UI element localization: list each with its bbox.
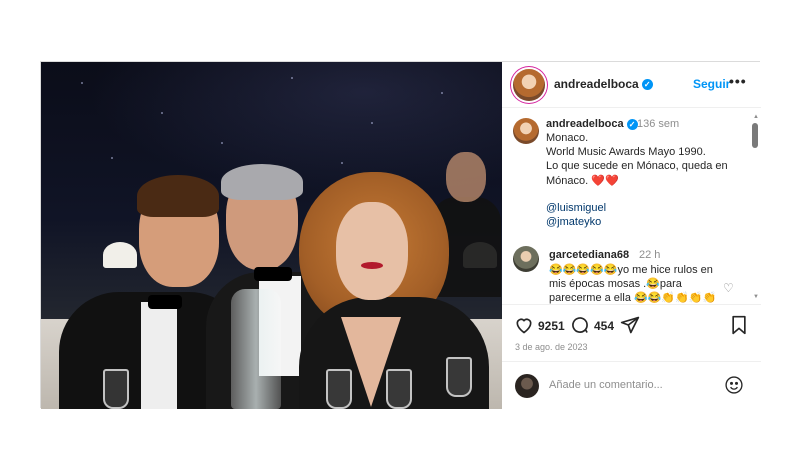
woman-face xyxy=(336,202,408,300)
author-avatar[interactable] xyxy=(513,69,545,101)
post-photo[interactable] xyxy=(41,62,502,409)
photo-light xyxy=(81,82,83,84)
comment-bubble-icon[interactable] xyxy=(570,315,590,340)
man-middle-hair xyxy=(221,164,303,200)
post-side-panel: andreadelboca ✓ Seguir ••• andreadelboca ✓… xyxy=(502,62,761,409)
verified-badge-icon: ✓ xyxy=(641,79,653,91)
caption-line: Lo que sucede en Mónaco, queda en xyxy=(546,160,728,172)
commenter-avatar[interactable] xyxy=(513,246,539,272)
wine-glass xyxy=(103,369,129,409)
wine-glass xyxy=(326,369,352,409)
photo-light xyxy=(341,162,343,164)
man-middle-bowtie xyxy=(254,267,292,281)
caption-line: World Music Awards Mayo 1990. xyxy=(546,146,706,158)
caption-line: Monaco. xyxy=(546,132,589,144)
background-person-head xyxy=(446,152,486,202)
post-actions: 9251 454 3 de ago. de 2023 xyxy=(502,304,761,359)
photo-light xyxy=(161,112,163,114)
man-left-hair xyxy=(137,175,219,217)
scroll-down-arrow-icon[interactable]: ▼ xyxy=(753,294,759,300)
comments-section[interactable]: andreadelboca ✓ 136 sem Monaco. World Mus… xyxy=(502,109,761,304)
caption-username[interactable]: andreadelboca xyxy=(546,118,624,130)
heart-icon[interactable] xyxy=(514,315,534,340)
comment-timestamp[interactable]: 22 h xyxy=(639,249,660,261)
author-username[interactable]: andreadelboca xyxy=(554,77,639,91)
current-user-avatar xyxy=(515,374,539,398)
bookmark-icon[interactable] xyxy=(730,315,748,340)
verified-badge-icon: ✓ xyxy=(626,118,638,130)
caption-avatar[interactable] xyxy=(513,118,539,144)
caption-line: Mónaco. ❤️❤️ xyxy=(546,175,619,187)
photo-light xyxy=(111,157,113,159)
more-options-icon[interactable]: ••• xyxy=(729,73,747,89)
caption-username-row: andreadelboca ✓ xyxy=(546,118,638,130)
scroll-up-arrow-icon[interactable]: ▲ xyxy=(753,114,759,120)
mention-link[interactable]: @jmateyko xyxy=(546,216,601,228)
water-bottle xyxy=(231,289,281,409)
photo-light xyxy=(291,77,293,79)
author-username-row[interactable]: andreadelboca ✓ xyxy=(554,77,653,91)
photo-light xyxy=(441,92,443,94)
man-left-shirt xyxy=(141,302,177,409)
add-comment-input[interactable] xyxy=(549,379,699,391)
instagram-post: andreadelboca ✓ Seguir ••• andreadelboca ✓… xyxy=(40,61,761,409)
man-left-bowtie xyxy=(148,295,182,309)
comment-like-heart-icon[interactable]: ♡ xyxy=(723,281,734,295)
comments-count[interactable]: 454 xyxy=(594,319,614,333)
comment-line: 😂😂😂😂😂yo me hice rulos en xyxy=(549,264,713,276)
caption-timestamp[interactable]: 136 sem xyxy=(637,118,679,130)
post-header: andreadelboca ✓ Seguir ••• xyxy=(502,62,761,108)
send-plane-icon[interactable] xyxy=(620,315,640,340)
commenter-username[interactable]: garcetediana68 xyxy=(549,249,629,261)
woman-lips xyxy=(361,262,383,269)
mention-link[interactable]: @luismiguel xyxy=(546,202,606,214)
comment-line: parecerme a ella 😂😂👏👏👏👏 xyxy=(549,292,717,304)
comment-line: mis épocas mosas .😂para xyxy=(549,278,682,290)
table-lamp xyxy=(103,242,137,268)
wine-glass xyxy=(446,357,472,397)
photo-light xyxy=(221,142,223,144)
smiley-icon[interactable] xyxy=(724,375,744,400)
scrollbar-thumb[interactable] xyxy=(752,123,758,148)
wine-glass xyxy=(386,369,412,409)
photo-light xyxy=(371,122,373,124)
add-comment-bar xyxy=(502,361,761,409)
likes-count[interactable]: 9251 xyxy=(538,319,565,333)
post-date[interactable]: 3 de ago. de 2023 xyxy=(515,342,588,352)
follow-button[interactable]: Seguir xyxy=(693,77,730,91)
